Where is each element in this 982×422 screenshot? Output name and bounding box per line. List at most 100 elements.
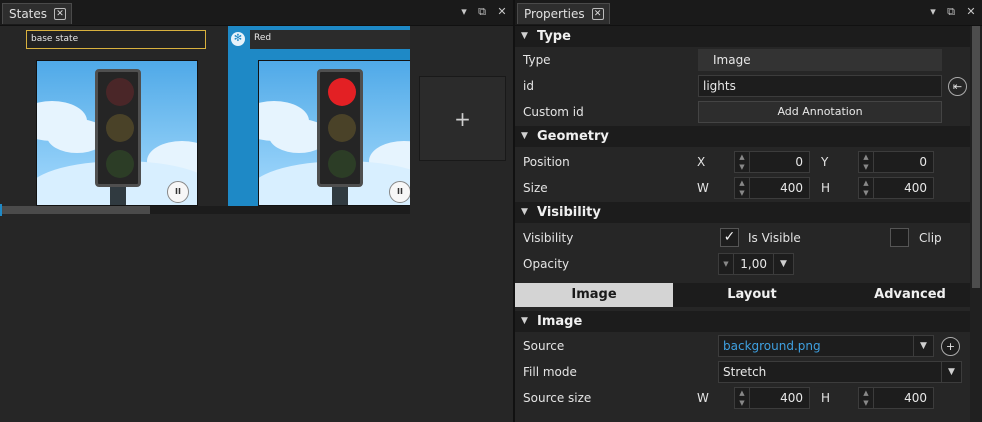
- state-name-field[interactable]: Red: [250, 30, 410, 49]
- position-label: Position: [523, 155, 570, 169]
- row-opacity: Opacity ▼ 1,00 ▼: [515, 251, 970, 277]
- traffic-light: [317, 69, 363, 187]
- collapse-icon[interactable]: ▼: [521, 26, 528, 47]
- fill-mode-value: Stretch: [723, 365, 767, 379]
- row-custom-id: Custom id Add Annotation: [515, 99, 970, 125]
- custom-id-label: Custom id: [523, 105, 584, 119]
- row-position: Position X ▲ ▼ 0 Y ▲ ▼ 0: [515, 149, 970, 175]
- fill-mode-select[interactable]: Stretch ▼: [718, 361, 962, 383]
- chevron-down-icon[interactable]: ▼: [941, 362, 961, 382]
- chevron-down-icon[interactable]: ▼: [913, 336, 933, 356]
- dropdown-menu-icon[interactable]: ▾: [925, 4, 941, 20]
- pause-icon[interactable]: II: [167, 181, 189, 203]
- w-label: W: [697, 391, 709, 405]
- state-preview: II: [36, 60, 198, 206]
- source-value: background.png: [723, 339, 821, 353]
- chevron-down-icon[interactable]: ▼: [773, 254, 793, 274]
- section-image[interactable]: ▼ Image: [515, 311, 970, 332]
- id-label: id: [523, 79, 534, 93]
- state-card-red[interactable]: ✻ Red II: [228, 26, 410, 206]
- row-visibility: Visibility ✓ Is Visible Clip: [515, 225, 970, 251]
- section-type[interactable]: ▼ Type: [515, 26, 970, 47]
- close-icon[interactable]: ✕: [54, 8, 67, 20]
- section-geometry[interactable]: ▼ Geometry: [515, 126, 970, 147]
- width-spinbox[interactable]: ▲ ▼ 400: [734, 177, 810, 199]
- add-state-button[interactable]: +: [419, 76, 506, 161]
- source-width-spinbox[interactable]: ▲ ▼ 400: [734, 387, 810, 409]
- source-width-value: 400: [780, 391, 803, 405]
- float-window-icon[interactable]: ⧉: [474, 4, 490, 20]
- tab-advanced[interactable]: Advanced: [831, 283, 970, 307]
- source-height-spinbox[interactable]: ▲ ▼ 400: [858, 387, 934, 409]
- clip-checkbox[interactable]: [890, 228, 909, 247]
- spin-arrows-icon[interactable]: ▲ ▼: [735, 178, 750, 198]
- state-name-field[interactable]: base state: [26, 30, 206, 49]
- properties-tab[interactable]: Properties ✕: [517, 3, 610, 24]
- y-value: 0: [919, 155, 927, 169]
- properties-header: Properties ✕ ▾ ⧉ ✕: [515, 0, 982, 26]
- spin-arrows-icon[interactable]: ▲ ▼: [859, 388, 874, 408]
- dropdown-menu-icon[interactable]: ▾: [456, 4, 472, 20]
- collapse-icon[interactable]: ▼: [521, 202, 528, 223]
- export-icon[interactable]: ⇤: [948, 77, 967, 96]
- source-size-label: Source size: [523, 391, 592, 405]
- y-label: Y: [821, 155, 829, 169]
- fill-mode-label: Fill mode: [523, 365, 577, 379]
- spin-arrows-icon[interactable]: ▲ ▼: [735, 152, 750, 172]
- close-panel-icon[interactable]: ✕: [963, 4, 979, 20]
- id-field[interactable]: lights: [698, 75, 942, 97]
- opacity-label: Opacity: [523, 257, 570, 271]
- collapse-icon[interactable]: ▼: [521, 311, 528, 332]
- section-visibility[interactable]: ▼ Visibility: [515, 202, 970, 223]
- states-list: base state II ✻ Red II: [2, 26, 410, 206]
- red-lamp: [106, 78, 134, 106]
- type-value[interactable]: Image: [698, 49, 942, 71]
- red-lamp: [328, 78, 356, 106]
- opacity-value: 1,00: [740, 257, 767, 271]
- scrollbar-thumb[interactable]: [972, 26, 980, 288]
- x-spinbox[interactable]: ▲ ▼ 0: [734, 151, 810, 173]
- property-tabs: Image Layout Advanced: [515, 283, 970, 307]
- row-size: Size W ▲ ▼ 400 H ▲ ▼ 400: [515, 175, 970, 201]
- opacity-spinbox[interactable]: ▼ 1,00 ▼: [718, 253, 794, 275]
- h-label: H: [821, 181, 831, 195]
- y-spinbox[interactable]: ▲ ▼ 0: [858, 151, 934, 173]
- green-lamp: [328, 150, 356, 178]
- float-window-icon[interactable]: ⧉: [943, 4, 959, 20]
- source-height-value: 400: [904, 391, 927, 405]
- scrollbar-thumb[interactable]: [2, 206, 150, 214]
- properties-tab-label: Properties: [524, 7, 585, 21]
- gear-icon[interactable]: ✻: [231, 32, 245, 46]
- traffic-light: [95, 69, 141, 187]
- source-field[interactable]: background.png ▼: [718, 335, 934, 357]
- state-card-base[interactable]: base state II: [20, 26, 206, 206]
- row-fill-mode: Fill mode Stretch ▼: [515, 359, 970, 385]
- size-label: Size: [523, 181, 548, 195]
- close-panel-icon[interactable]: ✕: [494, 4, 510, 20]
- w-label: W: [697, 181, 709, 195]
- spin-arrows-icon[interactable]: ▲ ▼: [859, 152, 874, 172]
- row-source-size: Source size W ▲ ▼ 400 H ▲ ▼ 400: [515, 385, 970, 411]
- tab-layout[interactable]: Layout: [673, 283, 831, 307]
- states-tab[interactable]: States ✕: [2, 3, 73, 24]
- is-visible-checkbox[interactable]: ✓: [720, 228, 739, 247]
- row-source: Source background.png ▼ +: [515, 333, 970, 359]
- add-annotation-button[interactable]: Add Annotation: [698, 101, 942, 123]
- row-type: Type Image: [515, 47, 970, 73]
- add-resource-icon[interactable]: +: [941, 337, 960, 356]
- type-label: Type: [523, 53, 551, 67]
- spin-arrows-icon[interactable]: ▲ ▼: [735, 388, 750, 408]
- green-lamp: [106, 150, 134, 178]
- horizontal-scrollbar[interactable]: [2, 206, 410, 214]
- spin-arrows-icon[interactable]: ▲ ▼: [859, 178, 874, 198]
- section-title: Geometry: [537, 129, 609, 144]
- is-visible-label: Is Visible: [748, 231, 801, 245]
- collapse-icon[interactable]: ▼: [521, 126, 528, 147]
- tab-image[interactable]: Image: [515, 283, 673, 307]
- pause-icon[interactable]: II: [389, 181, 410, 203]
- states-panel: States ✕ ▾ ⧉ ✕ base state II ✻ Red II +: [0, 0, 513, 422]
- vertical-scrollbar[interactable]: [970, 26, 982, 422]
- height-spinbox[interactable]: ▲ ▼ 400: [858, 177, 934, 199]
- close-icon[interactable]: ✕: [591, 8, 604, 20]
- spin-down-icon[interactable]: ▼: [719, 254, 734, 274]
